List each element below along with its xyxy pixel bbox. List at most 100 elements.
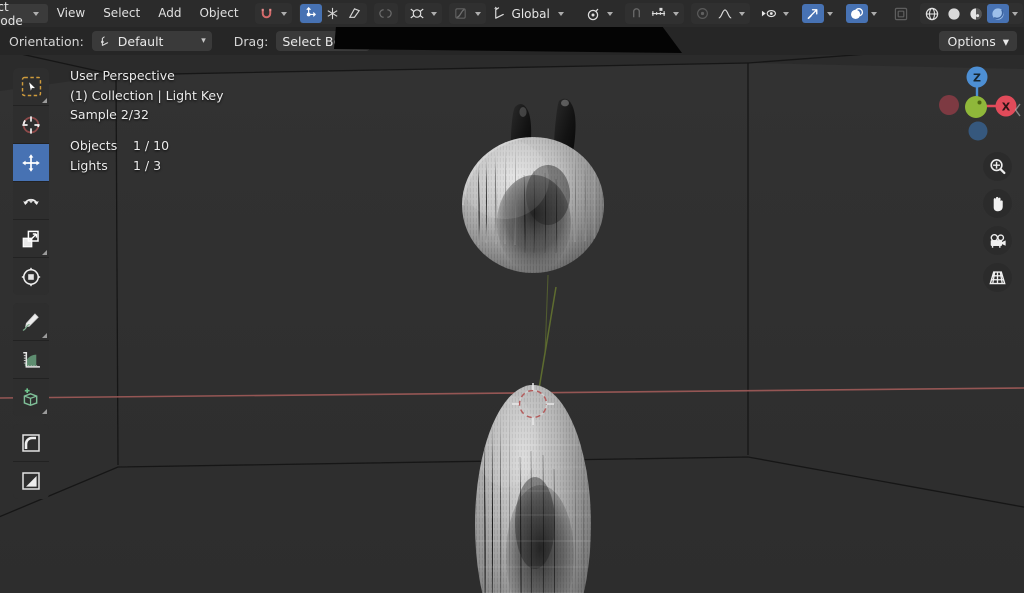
- chevron-down-icon[interactable]: [1009, 4, 1022, 23]
- gizmo-move-group: [801, 3, 838, 24]
- chevron-down-icon: [32, 4, 41, 23]
- tool-bevel[interactable]: [13, 424, 49, 462]
- mirror-group: [373, 3, 398, 24]
- viewport-nav-buttons: [983, 152, 1012, 292]
- orientation-axes-icon[interactable]: [322, 4, 344, 23]
- show-gizmo-group: [757, 3, 794, 24]
- tool-group-transform: [13, 68, 49, 295]
- options-button[interactable]: Options ▾: [939, 31, 1017, 51]
- chevron-down-icon[interactable]: [780, 4, 793, 23]
- toggle-xray-icon[interactable]: [890, 4, 912, 23]
- chevron-down-icon: ▾: [201, 36, 206, 46]
- navigation-gizmo[interactable]: Z X: [930, 60, 1018, 148]
- drag-dropdown[interactable]: Select Box ▾: [276, 31, 371, 51]
- orientation-value: Default: [117, 33, 164, 49]
- orientation-label: Orientation:: [9, 33, 84, 49]
- pivot-point-icon[interactable]: [582, 4, 604, 23]
- overlays-group: [845, 3, 882, 24]
- camera-view-button[interactable]: [983, 226, 1012, 255]
- blender-window: ect Mode View Select Add Object: [0, 0, 1024, 593]
- zoom-magnifier-icon: [990, 159, 1006, 175]
- mode-dropdown-label: ect Mode: [0, 0, 23, 28]
- drag-label: Drag:: [233, 33, 269, 49]
- proportional-circle-icon[interactable]: [692, 4, 714, 23]
- viewport-toolbar: [13, 68, 49, 507]
- chevron-down-icon[interactable]: [278, 4, 291, 23]
- zoom-button[interactable]: [983, 152, 1012, 181]
- snap-increment-icon[interactable]: [648, 4, 670, 23]
- xray-group: [889, 3, 913, 24]
- tool-group-annotate: [13, 303, 49, 416]
- menu-view[interactable]: View: [48, 4, 94, 23]
- pivot-dropdown[interactable]: [581, 3, 618, 24]
- chevron-down-icon[interactable]: [670, 4, 683, 23]
- tool-annotate[interactable]: [13, 303, 49, 341]
- drag-value: Select Box: [282, 33, 349, 49]
- tool-expand-corner: [42, 409, 47, 414]
- tool-expand-corner: [42, 333, 47, 338]
- gizmo-axis-x-label: X: [1002, 101, 1011, 114]
- tool-move[interactable]: [13, 144, 49, 182]
- shading-rendered-icon[interactable]: [986, 4, 1009, 23]
- orientation-axes-icon: [100, 36, 108, 46]
- sidebar-collapse-arrow[interactable]: [1013, 97, 1023, 123]
- tool-select-box[interactable]: [13, 68, 49, 106]
- tool-rotate[interactable]: [13, 182, 49, 220]
- show-gizmo-icon[interactable]: [758, 4, 780, 23]
- chevron-down-icon[interactable]: [824, 4, 837, 23]
- camera-icon: [990, 233, 1006, 248]
- magnet-icon[interactable]: [626, 4, 648, 23]
- menu-add[interactable]: Add: [149, 4, 190, 23]
- falloff-curve-icon[interactable]: [450, 4, 472, 23]
- pivot-point-icon[interactable]: [344, 4, 366, 23]
- chevron-down-icon: ▾: [359, 36, 365, 46]
- tool-settings-bar: Orientation: Default ▾ Drag: Select Box …: [0, 27, 1024, 55]
- gizmo-axis-z-label: Z: [973, 72, 981, 85]
- menu-select[interactable]: Select: [94, 4, 149, 23]
- gizmo-move-icon[interactable]: [801, 4, 824, 23]
- tool-transform[interactable]: [13, 258, 49, 295]
- gizmo-axis-y: [965, 96, 987, 118]
- chevron-down-icon[interactable]: [736, 4, 749, 23]
- viewport-header: ect Mode View Select Add Object: [0, 0, 1024, 28]
- mirror-icon[interactable]: [375, 4, 397, 23]
- tool-shear[interactable]: [13, 462, 49, 499]
- falloff-smooth-icon[interactable]: [714, 4, 736, 23]
- proportional-group: [404, 3, 442, 24]
- tool-scale[interactable]: [13, 220, 49, 258]
- shading-solid-icon[interactable]: [943, 4, 965, 23]
- shading-wireframe-icon[interactable]: [921, 4, 943, 23]
- transform-orientation-dropdown[interactable]: Global: [486, 3, 574, 24]
- magnet-icon[interactable]: [256, 4, 278, 23]
- viewport-scene: [0, 55, 1024, 593]
- chevron-down-icon[interactable]: [472, 4, 485, 23]
- tool-add-cube[interactable]: [13, 379, 49, 416]
- tool-expand-corner: [42, 98, 47, 103]
- proportional-edit-icon[interactable]: [406, 4, 428, 23]
- menu-object[interactable]: Object: [190, 4, 247, 23]
- 3d-viewport[interactable]: User Perspective (1) Collection | Light …: [0, 55, 1024, 593]
- tool-measure[interactable]: [13, 341, 49, 379]
- overlays-icon[interactable]: [845, 4, 868, 23]
- shading-group: [919, 3, 1023, 24]
- toggle-perspective-button[interactable]: [983, 263, 1012, 292]
- chevron-down-icon[interactable]: [868, 4, 881, 23]
- chevron-down-icon[interactable]: [428, 4, 441, 23]
- transform-gizmo-group: [298, 3, 367, 24]
- chevron-down-icon: [555, 4, 568, 23]
- pan-button[interactable]: [983, 189, 1012, 218]
- gizmo-axis-neg-z: [968, 121, 988, 141]
- chevron-down-icon[interactable]: [604, 4, 617, 23]
- falloff-group: [448, 3, 486, 24]
- snap-group: [254, 3, 292, 24]
- mode-dropdown[interactable]: ect Mode: [0, 0, 48, 28]
- tool-expand-corner: [42, 250, 47, 255]
- orientation-value-label: Global: [511, 6, 550, 21]
- pan-hand-icon: [993, 196, 1003, 212]
- tool-group-edit: [13, 424, 49, 499]
- gizmo-axis-neg-x: [939, 95, 959, 115]
- orientation-dropdown[interactable]: Default ▾: [91, 31, 212, 51]
- shading-material-icon[interactable]: [965, 4, 987, 23]
- tool-cursor[interactable]: [13, 106, 49, 144]
- transform-pivot-icon[interactable]: [299, 4, 322, 23]
